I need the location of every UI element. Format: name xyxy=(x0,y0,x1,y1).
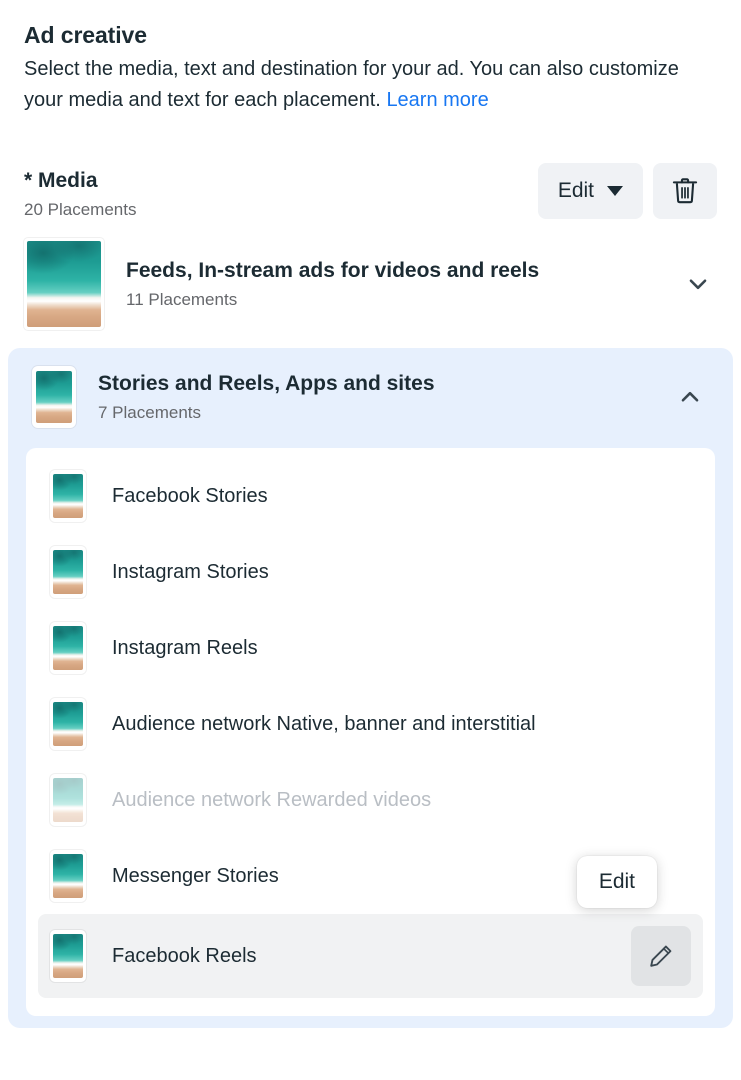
media-title: * Media xyxy=(24,167,136,194)
beach-photo-thumbnail xyxy=(53,626,83,670)
pencil-icon xyxy=(647,942,675,970)
placement-item-audience-network-native[interactable]: Audience network Native, banner and inte… xyxy=(38,686,703,762)
edit-tooltip: Edit xyxy=(577,856,657,908)
chevron-down-icon xyxy=(607,186,623,196)
placement-edit-button[interactable] xyxy=(631,926,691,986)
placement-item-facebook-reels[interactable]: Edit Facebook Reels xyxy=(38,914,703,998)
media-section-header: * Media 20 Placements Edit xyxy=(0,163,741,221)
chevron-down-icon[interactable] xyxy=(681,267,715,301)
beach-photo-thumbnail xyxy=(36,371,72,423)
learn-more-link[interactable]: Learn more xyxy=(386,89,488,111)
placement-group-text: Stories and Reels, Apps and sites 7 Plac… xyxy=(98,370,651,424)
placement-list: Facebook Stories Instagram Stories Insta… xyxy=(26,448,715,1016)
page-description: Select the media, text and destination f… xyxy=(24,54,717,116)
placement-item-instagram-reels[interactable]: Instagram Reels xyxy=(38,610,703,686)
beach-photo-thumbnail xyxy=(27,241,101,327)
page-description-text: Select the media, text and destination f… xyxy=(24,58,679,111)
media-thumbnail xyxy=(32,366,76,428)
media-thumbnail xyxy=(50,930,86,982)
placement-group-count: 7 Placements xyxy=(98,402,651,424)
media-thumbnail xyxy=(50,622,86,674)
media-thumbnail xyxy=(50,470,86,522)
placement-group-row-expanded[interactable]: Stories and Reels, Apps and sites 7 Plac… xyxy=(20,356,721,438)
media-thumbnail xyxy=(50,774,86,826)
beach-photo-thumbnail xyxy=(53,854,83,898)
placement-item-label: Facebook Stories xyxy=(112,483,691,509)
placement-item-label: Facebook Reels xyxy=(112,943,605,969)
media-edit-label: Edit xyxy=(558,179,594,203)
placement-item-label: Instagram Reels xyxy=(112,635,691,661)
beach-photo-thumbnail xyxy=(53,474,83,518)
placement-group-expanded: Stories and Reels, Apps and sites 7 Plac… xyxy=(8,348,733,1028)
media-thumbnail xyxy=(50,850,86,902)
beach-photo-thumbnail xyxy=(53,934,83,978)
placement-group-title: Stories and Reels, Apps and sites xyxy=(98,370,651,398)
chevron-up-icon[interactable] xyxy=(673,380,707,414)
placement-group-title: Feeds, In-stream ads for videos and reel… xyxy=(126,257,659,285)
trash-icon xyxy=(670,175,700,207)
placement-item-instagram-stories[interactable]: Instagram Stories xyxy=(38,534,703,610)
media-actions: Edit xyxy=(538,163,717,219)
media-edit-button[interactable]: Edit xyxy=(538,163,643,219)
media-thumbnail xyxy=(24,238,104,330)
media-placements-count: 20 Placements xyxy=(24,199,136,221)
media-thumbnail xyxy=(50,546,86,598)
ad-creative-panel: Ad creative Select the media, text and d… xyxy=(0,0,741,1080)
placement-group-row[interactable]: Feeds, In-stream ads for videos and reel… xyxy=(12,228,729,340)
placement-item-audience-network-rewarded-videos: Audience network Rewarded videos xyxy=(38,762,703,838)
beach-photo-thumbnail xyxy=(53,778,83,822)
placement-item-facebook-stories[interactable]: Facebook Stories xyxy=(38,458,703,534)
placement-item-label: Audience network Rewarded videos xyxy=(112,787,691,813)
beach-photo-thumbnail xyxy=(53,702,83,746)
beach-photo-thumbnail xyxy=(53,550,83,594)
header: Ad creative Select the media, text and d… xyxy=(0,0,741,116)
placement-group-count: 11 Placements xyxy=(126,289,659,311)
media-section-titles: * Media 20 Placements xyxy=(24,163,136,221)
placement-item-label: Audience network Native, banner and inte… xyxy=(112,711,691,737)
placement-group-text: Feeds, In-stream ads for videos and reel… xyxy=(126,257,659,311)
placement-item-label: Instagram Stories xyxy=(112,559,691,585)
page-title: Ad creative xyxy=(24,20,717,50)
media-thumbnail xyxy=(50,698,86,750)
media-delete-button[interactable] xyxy=(653,163,717,219)
